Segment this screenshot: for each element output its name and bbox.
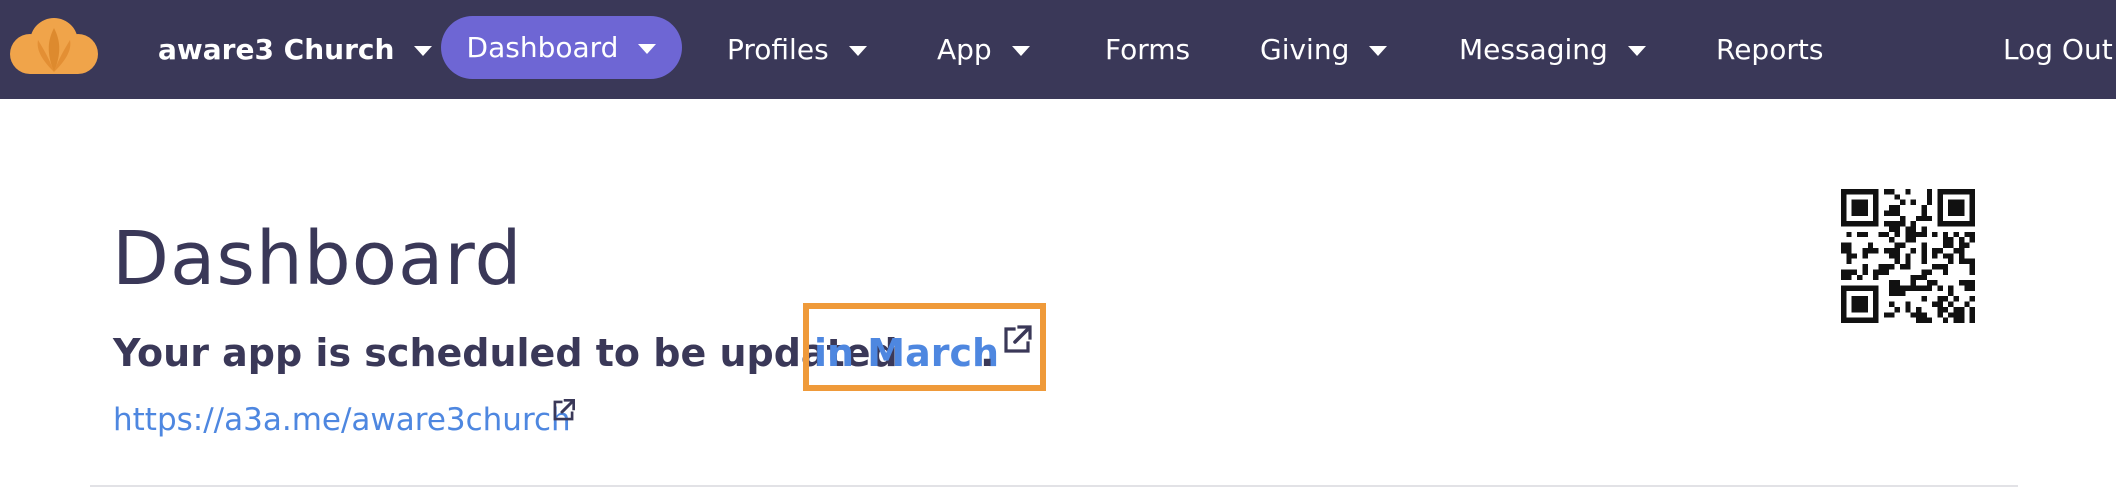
top-navigation-bar: aware3 Church Dashboard Profiles App For… (0, 0, 2116, 99)
caret-down-icon (638, 43, 657, 54)
caret-down-icon (848, 45, 867, 56)
nav-item-label: Messaging (1459, 33, 1608, 66)
cloud-logo-icon[interactable] (8, 16, 100, 76)
qr-code-icon[interactable] (1841, 189, 1975, 323)
caret-down-icon (1369, 45, 1388, 56)
caret-down-icon (1627, 45, 1646, 56)
nav-item-dashboard[interactable]: Dashboard (441, 16, 682, 79)
external-link-icon[interactable] (551, 398, 576, 423)
update-notice-period: . (980, 331, 995, 375)
nav-item-app[interactable]: App (937, 0, 1030, 99)
page-title: Dashboard (112, 216, 523, 302)
nav-item-forms[interactable]: Forms (1105, 0, 1190, 99)
app-url-link[interactable]: https://a3a.me/aware3church (113, 402, 571, 438)
logout-link[interactable]: Log Out (2003, 0, 2113, 99)
nav-item-label: App (937, 33, 992, 66)
nav-item-label: Dashboard (466, 31, 619, 64)
caret-down-icon (1011, 45, 1030, 56)
nav-item-label: Giving (1260, 33, 1350, 66)
caret-down-icon (414, 45, 433, 56)
org-switcher-dropdown[interactable]: aware3 Church (158, 0, 433, 99)
nav-item-label: Log Out (2003, 33, 2113, 66)
divider (90, 485, 2018, 487)
org-name-label: aware3 Church (158, 33, 395, 66)
nav-item-giving[interactable]: Giving (1260, 0, 1388, 99)
nav-item-reports[interactable]: Reports (1716, 0, 1823, 99)
nav-item-profiles[interactable]: Profiles (727, 0, 867, 99)
nav-item-label: Forms (1105, 33, 1191, 66)
nav-item-label: Reports (1716, 33, 1824, 66)
nav-item-messaging[interactable]: Messaging (1459, 0, 1646, 99)
update-notice-text: Your app is scheduled to be updated (113, 331, 898, 375)
update-schedule-link[interactable]: in March (814, 330, 999, 376)
external-link-icon[interactable] (1001, 324, 1033, 356)
nav-item-label: Profiles (727, 33, 829, 66)
